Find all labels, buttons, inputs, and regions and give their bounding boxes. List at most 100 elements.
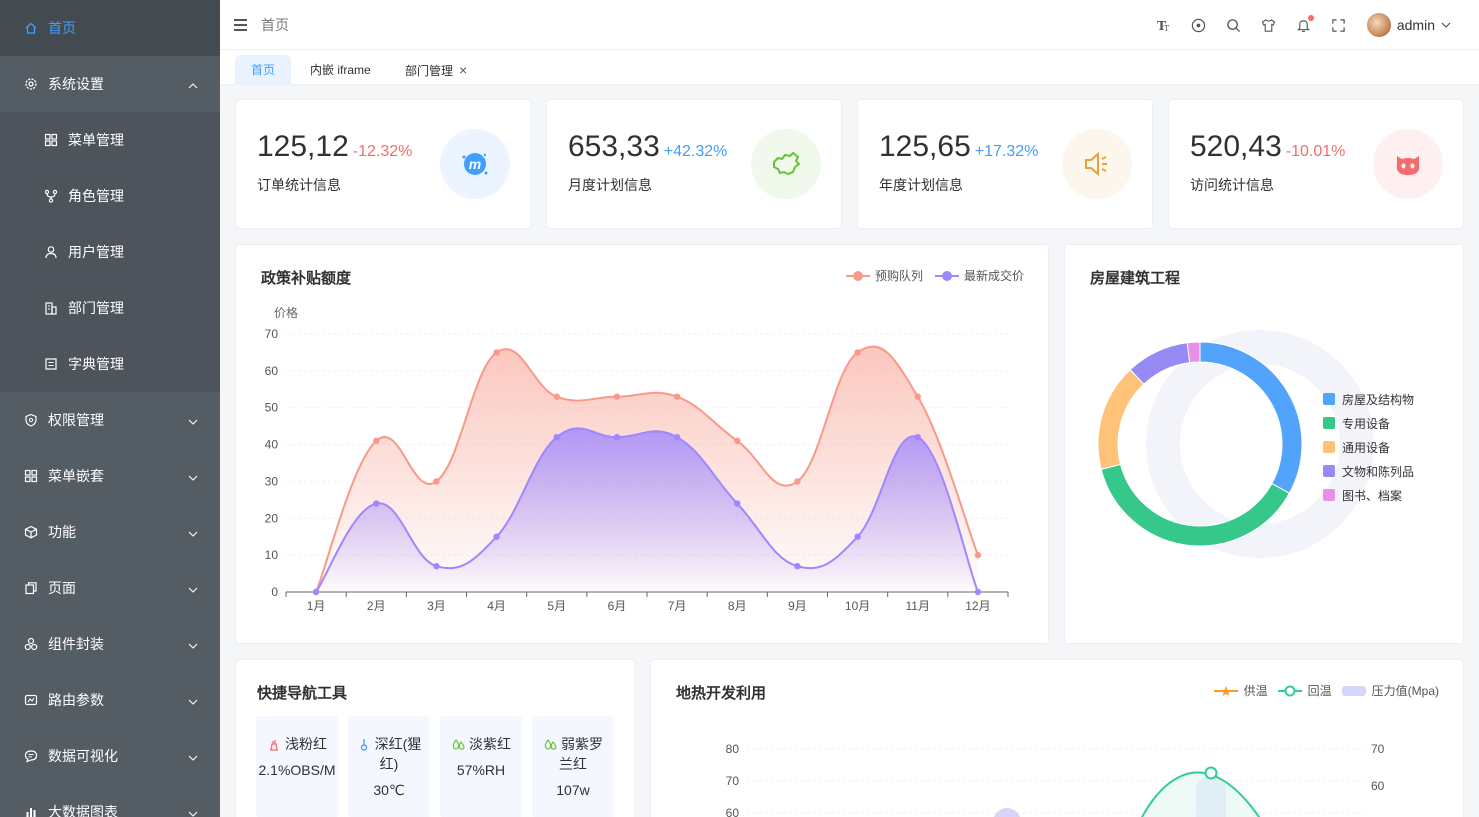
x-tick-label: 2月	[367, 599, 386, 613]
sidebar-item[interactable]: 字典管理	[0, 336, 220, 392]
bell-icon[interactable]	[1296, 15, 1314, 33]
legend-label: 文物和陈列品	[1342, 464, 1415, 479]
data-point	[974, 551, 982, 559]
sidebar-item[interactable]: 组件封装	[0, 616, 220, 672]
sidebar-item[interactable]: 首页	[0, 0, 220, 56]
sidebar-item-label: 菜单管理	[68, 132, 124, 148]
donut-legend-item[interactable]: 通用设备	[1323, 435, 1414, 459]
sidebar-item[interactable]: 菜单管理	[0, 112, 220, 168]
legend-swatch	[1323, 465, 1335, 477]
sidebar-item[interactable]: 菜单嵌套	[0, 448, 220, 504]
sidebar-item[interactable]: 功能	[0, 504, 220, 560]
chevron-down-icon[interactable]	[188, 470, 198, 481]
nav-tool-label: 淡紫红	[469, 736, 511, 752]
chevron-down-icon[interactable]	[188, 806, 198, 817]
chevron-down-icon[interactable]	[188, 414, 198, 425]
nav-tool-item[interactable]: 浅粉红 2.1%OBS/M	[256, 716, 338, 817]
chevron-down-icon[interactable]	[1441, 20, 1451, 30]
stat-percent: -12.32%	[352, 143, 413, 160]
legend-label: 房屋及结构物	[1342, 392, 1415, 407]
sidebar-item[interactable]: 角色管理	[0, 168, 220, 224]
y-tick-label: 20	[265, 511, 279, 525]
nav-tool-item[interactable]: 弱紫罗兰红 107w	[532, 716, 614, 817]
y-tick-label: 70	[726, 774, 740, 788]
legend-swatch	[1323, 417, 1335, 429]
donut-legend-item[interactable]: 专用设备	[1323, 411, 1414, 435]
sidebar-item-label: 系统设置	[48, 76, 104, 92]
y-axis-label: 价格	[274, 305, 298, 320]
chat-icon	[24, 749, 38, 763]
sidebar-item[interactable]: 大数据图表	[0, 784, 220, 817]
stat-card: 125,12 -12.32% 订单统计信息 m	[235, 99, 531, 229]
chevron-down-icon[interactable]	[188, 750, 198, 761]
tab-department[interactable]: 部门管理 ×	[389, 55, 483, 85]
username[interactable]: admin	[1397, 17, 1435, 33]
data-point	[854, 533, 861, 540]
data-point	[914, 393, 921, 400]
chevron-down-icon[interactable]	[188, 638, 198, 649]
geo-chart-card: 地热开发利用 供温 回温 压力值(Mpa) 60 70 80 60 70	[650, 659, 1464, 817]
sidebar-item[interactable]: 部门管理	[0, 280, 220, 336]
nav-tools-title: 快捷导航工具	[257, 685, 348, 702]
donut-legend-item[interactable]: 房屋及结构物	[1323, 387, 1414, 411]
sidebar-item[interactable]: 系统设置	[0, 56, 220, 112]
tab-home[interactable]: 首页	[235, 55, 292, 85]
sidebar-item[interactable]: 数据可视化	[0, 728, 220, 784]
sidebar-item-label: 大数据图表	[48, 804, 118, 817]
sidebar-item[interactable]: 用户管理	[0, 224, 220, 280]
humidity-icon	[451, 736, 465, 750]
avatar[interactable]	[1366, 13, 1391, 37]
sidebar-item[interactable]: 页面	[0, 560, 220, 616]
building-icon	[44, 301, 58, 315]
chevron-down-icon[interactable]	[188, 582, 198, 593]
tabs-bar: 首页 内嵌 iframe 部门管理 ×	[220, 50, 1479, 85]
github-cat-icon	[1373, 129, 1443, 199]
data-point	[794, 478, 801, 485]
donut-legend-item[interactable]: 图书、档案	[1323, 483, 1414, 507]
data-point	[493, 349, 500, 356]
nav-tool-item[interactable]: 淡紫红 57%RH	[440, 716, 522, 817]
data-point	[493, 533, 500, 540]
close-icon[interactable]: ×	[459, 55, 467, 85]
stat-card: 520,43 -10.01% 访问统计信息	[1168, 99, 1464, 229]
x-tick-label: 5月	[547, 599, 566, 613]
stat-value: 125,65 +17.32%	[879, 130, 1038, 164]
chevron-down-icon[interactable]	[188, 526, 198, 537]
stat-card: 653,33 +42.32% 月度计划信息	[546, 99, 842, 229]
font-size-icon[interactable]: TT	[1156, 17, 1172, 33]
sidebar: 首页系统设置菜单管理角色管理 用户管理 部门管理 字典管理 权限管理 菜单嵌套 功能页面组件…	[0, 0, 220, 817]
donut-legend-item[interactable]: 文物和陈列品	[1323, 459, 1414, 483]
china-map-icon	[751, 129, 821, 199]
header-actions: TT admin	[1137, 0, 1451, 50]
data-point	[613, 434, 621, 441]
breadcrumb[interactable]: 首页	[261, 15, 289, 35]
data-point	[734, 437, 741, 445]
building-chart-card: 房屋建筑工程 房屋及结构物 专用设备 通用设备 文物和陈列品 图书、档案	[1064, 244, 1464, 644]
sidebar-item[interactable]: 路由参数	[0, 672, 220, 728]
nav-tool-item[interactable]: 深红(猩红) 30℃	[348, 716, 430, 817]
search-icon[interactable]	[1226, 17, 1242, 33]
svg-text:T: T	[1164, 23, 1170, 33]
data-point	[673, 434, 681, 441]
theme-icon[interactable]	[1191, 17, 1207, 33]
stat-number: 125,65	[879, 130, 971, 163]
x-tick-label: 9月	[788, 599, 807, 613]
stat-number: 653,33	[568, 130, 660, 163]
sidebar-item[interactable]: 权限管理	[0, 392, 220, 448]
legend-swatch	[1323, 489, 1335, 501]
header: 首页 TT admin	[220, 0, 1479, 50]
nav-tool-value: 57%RH	[456, 762, 506, 778]
data-point	[433, 563, 440, 570]
grid-icon	[24, 469, 38, 483]
menu-toggle-icon[interactable]	[234, 18, 247, 31]
tab-iframe[interactable]: 内嵌 iframe	[294, 55, 387, 85]
tshirt-icon[interactable]	[1261, 17, 1277, 33]
donut-slice	[1186, 341, 1201, 364]
stat-value: 653,33 +42.32%	[568, 130, 727, 164]
fullscreen-icon[interactable]	[1331, 17, 1347, 33]
nav-tool-value: 107w	[556, 782, 590, 798]
grid-icon	[44, 133, 58, 147]
chevron-down-icon[interactable]	[188, 694, 198, 705]
chevron-up-icon[interactable]	[188, 78, 198, 89]
sidebar-item-label: 页面	[48, 580, 76, 596]
